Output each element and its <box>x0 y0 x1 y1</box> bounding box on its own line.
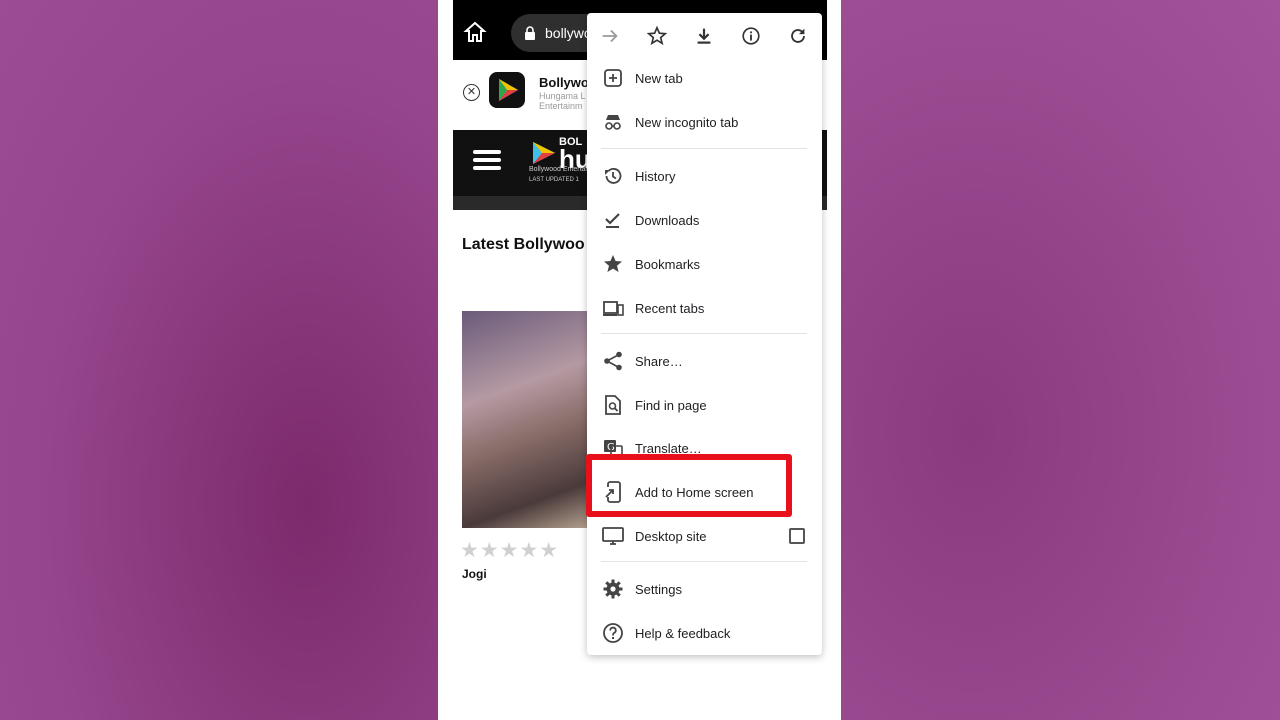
menu-item-new-incognito-tab[interactable]: New incognito tab <box>587 102 822 142</box>
section-title: Latest Bollywoo <box>462 236 585 253</box>
menu-divider <box>601 561 807 562</box>
menu-item-downloads[interactable]: Downloads <box>587 200 822 240</box>
arrow-forward-icon[interactable] <box>599 25 621 47</box>
translate-icon: G <box>602 437 624 459</box>
menu-item-desktop-site[interactable]: Desktop site <box>587 516 822 556</box>
new-tab-icon <box>602 67 624 89</box>
banner-subtitle-line1: Hungama L <box>539 91 586 101</box>
right-background-blur <box>841 0 1280 720</box>
menu-divider <box>601 148 807 149</box>
site-tagline: Bollywood Entertai <box>529 166 587 173</box>
download-icon[interactable] <box>693 25 715 47</box>
site-logo-icon <box>529 138 559 168</box>
desktop-site-checkbox[interactable] <box>789 528 805 544</box>
menu-item-recent-tabs[interactable]: Recent tabs <box>587 288 822 328</box>
desktop-icon <box>602 525 624 547</box>
reload-icon[interactable] <box>787 25 809 47</box>
menu-item-help-feedback[interactable]: Help & feedback <box>587 613 822 653</box>
menu-top-actions <box>587 13 822 57</box>
menu-item-history[interactable]: History <box>587 156 822 196</box>
menu-item-settings[interactable]: Settings <box>587 569 822 609</box>
banner-app-title: Bollywo <box>539 75 589 90</box>
left-background-blur <box>0 0 438 720</box>
menu-item-translate[interactable]: G Translate… <box>587 428 822 468</box>
menu-item-label: History <box>635 168 676 184</box>
home-icon[interactable] <box>463 20 487 44</box>
find-in-page-icon <box>602 394 624 416</box>
star-outline-icon[interactable] <box>646 25 668 47</box>
menu-item-label: Settings <box>635 581 682 597</box>
rating-stars[interactable]: ★★★★★ <box>460 538 559 563</box>
menu-item-add-to-home-screen[interactable]: Add to Home screen <box>587 472 822 512</box>
movie-title[interactable]: Jogi <box>462 567 487 581</box>
info-icon[interactable] <box>740 25 762 47</box>
menu-item-label: Add to Home screen <box>635 484 754 500</box>
star-icon <box>602 253 624 275</box>
browser-overflow-menu: New tab New incognito tab History Downlo… <box>587 13 822 655</box>
menu-item-label: Share… <box>635 353 683 369</box>
help-icon <box>602 622 624 644</box>
banner-app-subtitle: Hungama L Entertainm <box>539 91 586 111</box>
devices-icon <box>602 297 624 319</box>
menu-divider <box>601 333 807 334</box>
site-last-updated: LAST UPDATED 1 <box>529 177 579 183</box>
menu-item-label: Desktop site <box>635 528 707 544</box>
menu-item-label: New incognito tab <box>635 114 739 130</box>
history-icon <box>602 165 624 187</box>
app-logo <box>489 72 525 108</box>
menu-item-label: New tab <box>635 70 683 86</box>
hamburger-menu-icon[interactable] <box>473 150 501 172</box>
incognito-icon <box>602 111 624 133</box>
menu-item-share[interactable]: Share… <box>587 341 822 381</box>
downloads-check-icon <box>602 209 624 231</box>
menu-item-label: Help & feedback <box>635 625 731 641</box>
lock-icon <box>523 26 537 40</box>
menu-item-label: Recent tabs <box>635 300 705 316</box>
menu-item-find-in-page[interactable]: Find in page <box>587 385 822 425</box>
menu-item-bookmarks[interactable]: Bookmarks <box>587 244 822 284</box>
share-icon <box>602 350 624 372</box>
menu-item-new-tab[interactable]: New tab <box>587 58 822 98</box>
menu-item-label: Bookmarks <box>635 256 701 272</box>
add-to-home-icon <box>602 481 624 503</box>
menu-item-label: Find in page <box>635 397 707 413</box>
menu-item-label: Downloads <box>635 212 700 228</box>
menu-item-label: Translate… <box>635 440 702 456</box>
settings-gear-icon <box>602 578 624 600</box>
banner-subtitle-line2: Entertainm <box>539 101 583 111</box>
close-icon[interactable]: ✕ <box>463 84 480 101</box>
